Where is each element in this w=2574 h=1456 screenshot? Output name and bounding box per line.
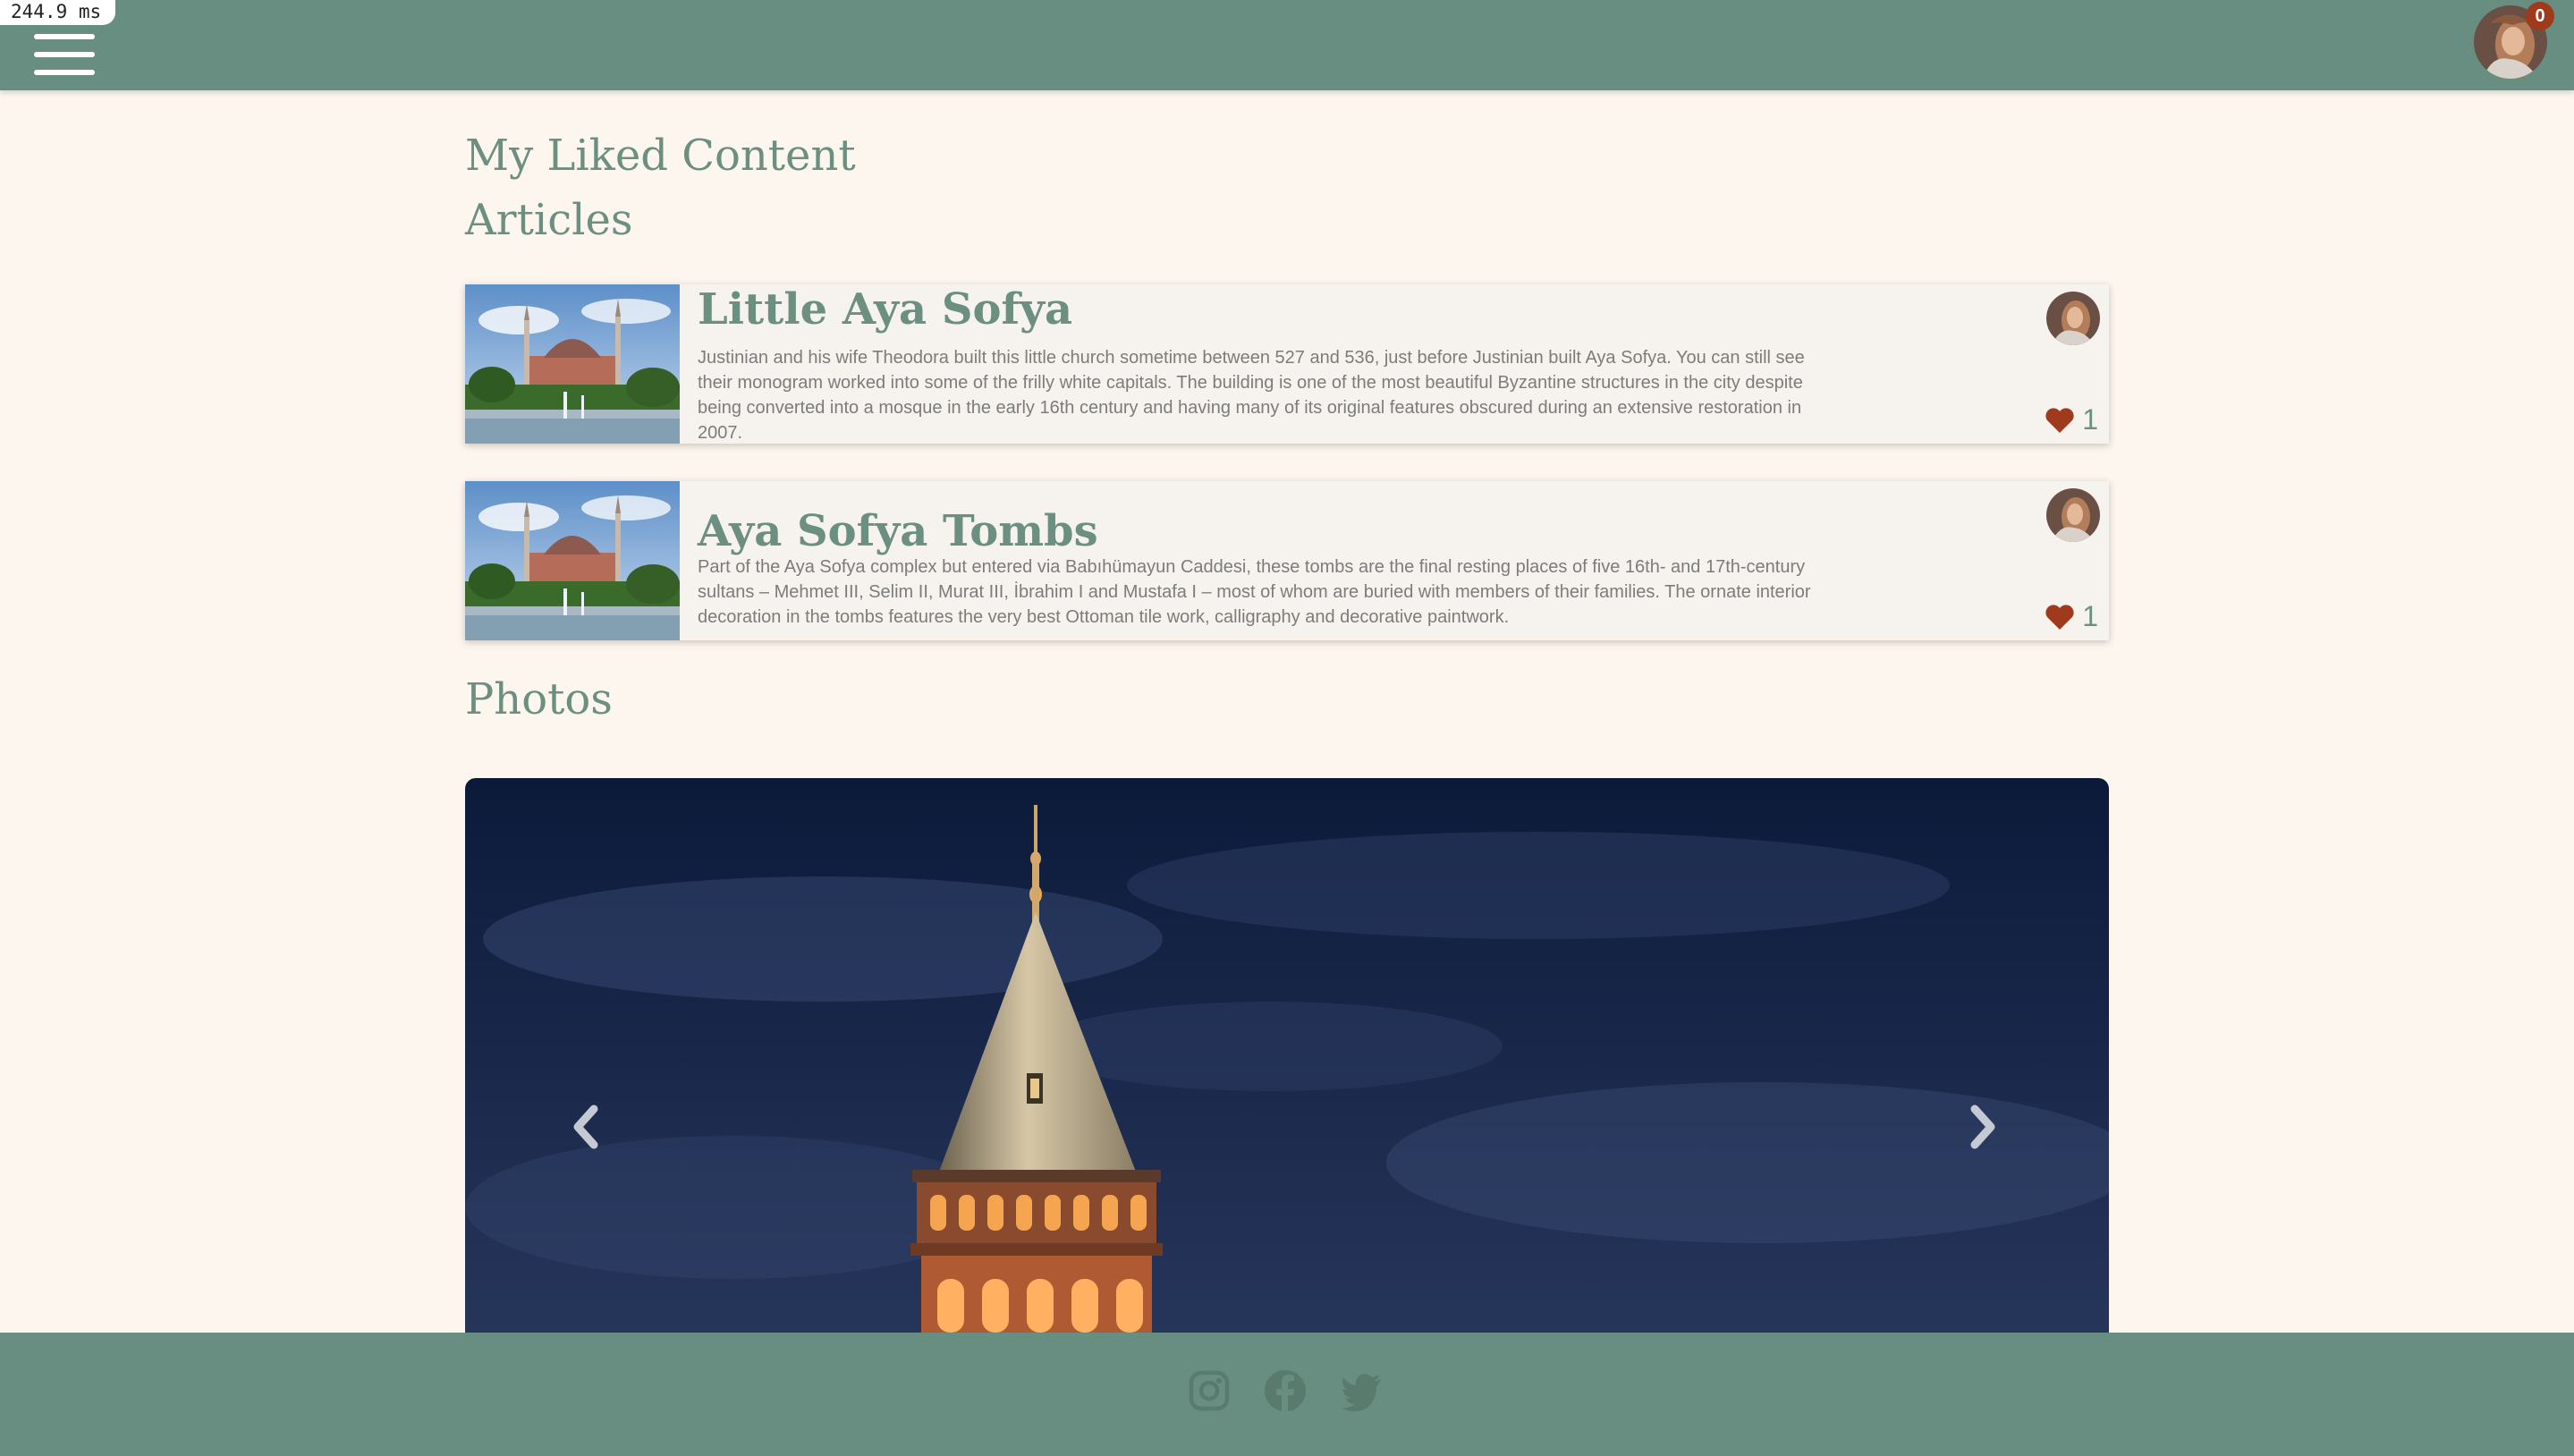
- hamburger-menu-icon[interactable]: [34, 34, 95, 77]
- article-card[interactable]: Little Aya Sofya Justinian and his wife …: [465, 284, 2109, 444]
- facebook-icon[interactable]: [1263, 1368, 1308, 1413]
- like-count: 1: [2082, 403, 2098, 436]
- top-navbar: 0: [0, 0, 2574, 90]
- article-card[interactable]: Aya Sofya Tombs Part of the Aya Sofya co…: [465, 481, 2109, 640]
- like-count: 1: [2082, 600, 2098, 632]
- author-avatar[interactable]: [2046, 292, 2100, 345]
- twitter-icon[interactable]: [1340, 1368, 1384, 1413]
- articles-heading: Articles: [465, 195, 633, 245]
- article-thumbnail: [465, 284, 680, 444]
- notification-badge[interactable]: 0: [2526, 2, 2554, 30]
- heart-icon: [2045, 604, 2074, 630]
- author-avatar[interactable]: [2046, 488, 2100, 542]
- article-title[interactable]: Little Aya Sofya: [698, 284, 1072, 334]
- carousel-next-icon[interactable]: [1960, 1100, 2005, 1154]
- like-button[interactable]: 1: [2045, 403, 2098, 436]
- like-button[interactable]: 1: [2045, 600, 2098, 633]
- photos-heading: Photos: [465, 674, 613, 724]
- heart-icon: [2045, 407, 2074, 433]
- article-thumbnail: [465, 481, 680, 640]
- instagram-icon[interactable]: [1187, 1368, 1232, 1413]
- article-excerpt: Part of the Aya Sofya complex but entere…: [698, 557, 1811, 627]
- render-timer: 244.9 ms: [0, 0, 116, 25]
- photo-carousel[interactable]: [465, 778, 2109, 1333]
- carousel-photo: [465, 778, 2109, 1333]
- article-excerpt: Justinian and his wife Theodora built th…: [698, 348, 1805, 443]
- article-title[interactable]: Aya Sofya Tombs: [698, 506, 1098, 556]
- carousel-prev-icon[interactable]: [563, 1100, 608, 1154]
- page-title: My Liked Content: [465, 131, 856, 181]
